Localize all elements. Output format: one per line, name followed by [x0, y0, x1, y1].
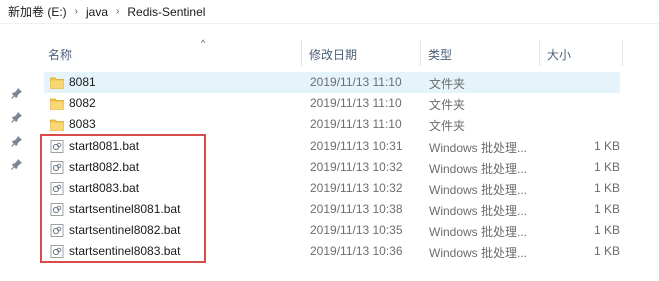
item-date: 2019/11/13 10:32 — [310, 160, 403, 174]
breadcrumb-redis-sentinel[interactable]: Redis-Sentinel — [127, 5, 205, 19]
column-divider[interactable] — [539, 40, 540, 66]
item-name: 8082 — [69, 96, 96, 110]
item-type: 文件夹 — [429, 98, 466, 112]
item-type: Windows 批处理... — [429, 162, 528, 176]
folder-icon — [50, 118, 64, 131]
column-divider[interactable] — [301, 40, 302, 66]
item-size: 1 KB — [593, 223, 620, 237]
item-date: 2019/11/13 11:10 — [310, 96, 402, 110]
highlight-box — [40, 134, 206, 263]
breadcrumb: 新加卷 (E:) › java › Redis-Sentinel — [0, 0, 659, 24]
item-date: 2019/11/13 10:31 — [310, 139, 403, 153]
item-size: 1 KB — [593, 202, 620, 216]
pin-icon[interactable] — [11, 135, 23, 147]
column-divider[interactable] — [420, 40, 421, 66]
list-item[interactable]: 8081 2019/11/13 11:10 文件夹 — [44, 72, 620, 93]
chevron-right-icon[interactable]: › — [75, 6, 78, 17]
pin-icon[interactable] — [11, 111, 23, 123]
item-date: 2019/11/13 10:36 — [310, 244, 403, 258]
item-size: 1 KB — [593, 160, 620, 174]
sort-ascending-icon[interactable]: ^ — [201, 38, 205, 48]
column-date-header[interactable]: 修改日期 — [309, 46, 357, 63]
item-type: Windows 批处理... — [429, 225, 528, 239]
pin-icon[interactable] — [11, 158, 23, 170]
item-size: 1 KB — [593, 139, 620, 153]
column-type-header[interactable]: 类型 — [428, 46, 452, 63]
item-name: 8081 — [69, 75, 96, 89]
item-type: Windows 批处理... — [429, 141, 528, 155]
item-name: 8083 — [69, 117, 96, 131]
folder-icon — [50, 97, 64, 110]
list-item[interactable]: 8083 2019/11/13 11:10 文件夹 — [44, 114, 620, 135]
item-type: Windows 批处理... — [429, 246, 528, 260]
item-date: 2019/11/13 10:32 — [310, 181, 403, 195]
item-type: Windows 批处理... — [429, 183, 528, 197]
item-date: 2019/11/13 10:35 — [310, 223, 403, 237]
item-type: 文件夹 — [429, 77, 466, 91]
column-name-header[interactable]: 名称 — [48, 46, 72, 63]
column-size-header[interactable]: 大小 — [547, 46, 571, 63]
breadcrumb-java[interactable]: java — [86, 5, 108, 19]
folder-icon — [50, 76, 64, 89]
breadcrumb-drive[interactable]: 新加卷 (E:) — [8, 3, 67, 20]
item-type: 文件夹 — [429, 119, 466, 133]
navigation-pane — [0, 24, 34, 281]
item-type: Windows 批处理... — [429, 204, 528, 218]
list-item[interactable]: 8082 2019/11/13 11:10 文件夹 — [44, 93, 620, 114]
chevron-right-icon[interactable]: › — [116, 6, 119, 17]
item-date: 2019/11/13 11:10 — [310, 117, 402, 131]
item-size: 1 KB — [593, 244, 620, 258]
item-date: 2019/11/13 11:10 — [310, 75, 402, 89]
pin-icon[interactable] — [11, 87, 23, 99]
item-date: 2019/11/13 10:38 — [310, 202, 403, 216]
item-size: 1 KB — [593, 181, 620, 195]
column-header: ^ 名称 修改日期 类型 大小 — [34, 24, 659, 66]
column-divider[interactable] — [622, 40, 623, 66]
